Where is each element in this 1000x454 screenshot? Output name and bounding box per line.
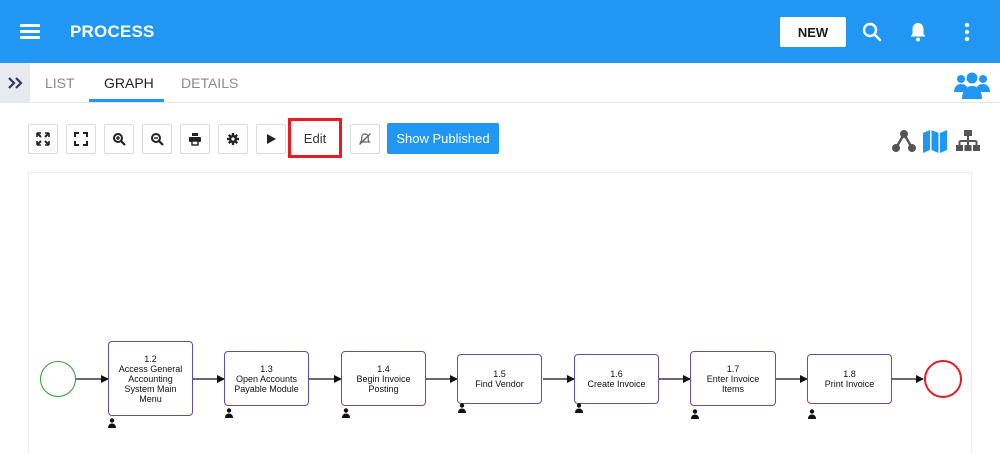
tab-graph[interactable]: GRAPH [104,63,154,103]
team-icon[interactable] [954,70,990,100]
process-step-1-5[interactable]: 1.5 Find Vendor [457,354,542,404]
tab-bar: LIST GRAPH DETAILS [0,63,1000,103]
step-number: 1.4 [377,363,390,374]
more-vertical-icon[interactable] [955,20,979,44]
menu-icon[interactable] [20,22,40,40]
search-icon[interactable] [860,20,884,44]
process-step-1-7[interactable]: 1.7 Enter Invoice Items [690,351,776,406]
double-chevron-right-icon [8,77,23,89]
person-icon [108,418,116,428]
notifications-off-button[interactable] [350,124,380,154]
step-number: 1.8 [843,369,856,379]
step-label: Access General Accounting System Main Me… [118,363,183,404]
step-label: Find Vendor [475,379,524,389]
process-step-1-8[interactable]: 1.8 Print Invoice [807,354,892,404]
top-app-bar: PROCESS NEW [0,0,1000,63]
start-event[interactable] [40,361,76,397]
fullscreen-button[interactable] [66,124,96,154]
bell-off-icon [359,133,371,145]
step-number: 1.2 [144,353,157,364]
gear-icon [227,133,239,145]
step-number: 1.5 [493,369,506,379]
step-label: Begin Invoice Posting [356,373,411,394]
step-label: Open Accounts Payable Module [234,373,299,394]
step-number: 1.7 [726,363,740,374]
hierarchy-view-icon[interactable] [955,128,981,154]
tab-details[interactable]: DETAILS [181,63,238,103]
zoom-in-button[interactable] [104,124,134,154]
step-label: Create Invoice [587,379,646,389]
fullscreen-icon [74,132,88,146]
tab-list[interactable]: LIST [45,63,75,103]
person-icon [808,409,816,419]
new-button[interactable]: NEW [780,17,846,47]
zoom-out-button[interactable] [142,124,172,154]
fit-screen-button[interactable] [28,124,58,154]
flow-view-icon[interactable] [891,128,917,154]
print-button[interactable] [180,124,210,154]
app-window: PROCESS NEW LIST GRAPH DETAILS Edit Show… [0,0,1000,454]
zoom-in-icon [113,133,126,146]
person-icon [575,403,583,413]
person-icon [458,403,466,413]
bell-icon[interactable] [906,20,930,44]
step-label: Print Invoice [824,379,875,389]
person-icon [225,408,233,418]
play-button[interactable] [256,124,286,154]
step-number: 1.6 [610,369,623,379]
process-step-1-4[interactable]: 1.4 Begin Invoice Posting [341,351,426,406]
fit-screen-icon [36,132,50,146]
show-published-button[interactable]: Show Published [387,123,499,154]
active-tab-indicator [89,99,164,102]
process-step-1-2[interactable]: 1.2 Access General Accounting System Mai… [108,341,193,416]
zoom-out-icon [151,133,164,146]
page-title: PROCESS [70,22,155,41]
play-icon [267,134,276,144]
process-step-1-3[interactable]: 1.3 Open Accounts Payable Module [224,351,309,406]
end-event[interactable] [924,360,962,398]
print-icon [189,133,201,146]
step-number: 1.3 [260,363,273,374]
person-icon [342,408,350,418]
process-step-1-6[interactable]: 1.6 Create Invoice [574,354,659,404]
person-icon [691,409,699,419]
step-label: Enter Invoice Items [706,373,760,394]
map-view-icon[interactable] [922,128,948,154]
settings-button[interactable] [218,124,248,154]
edit-button[interactable]: Edit [288,118,342,158]
expand-panel-button[interactable] [0,63,30,103]
